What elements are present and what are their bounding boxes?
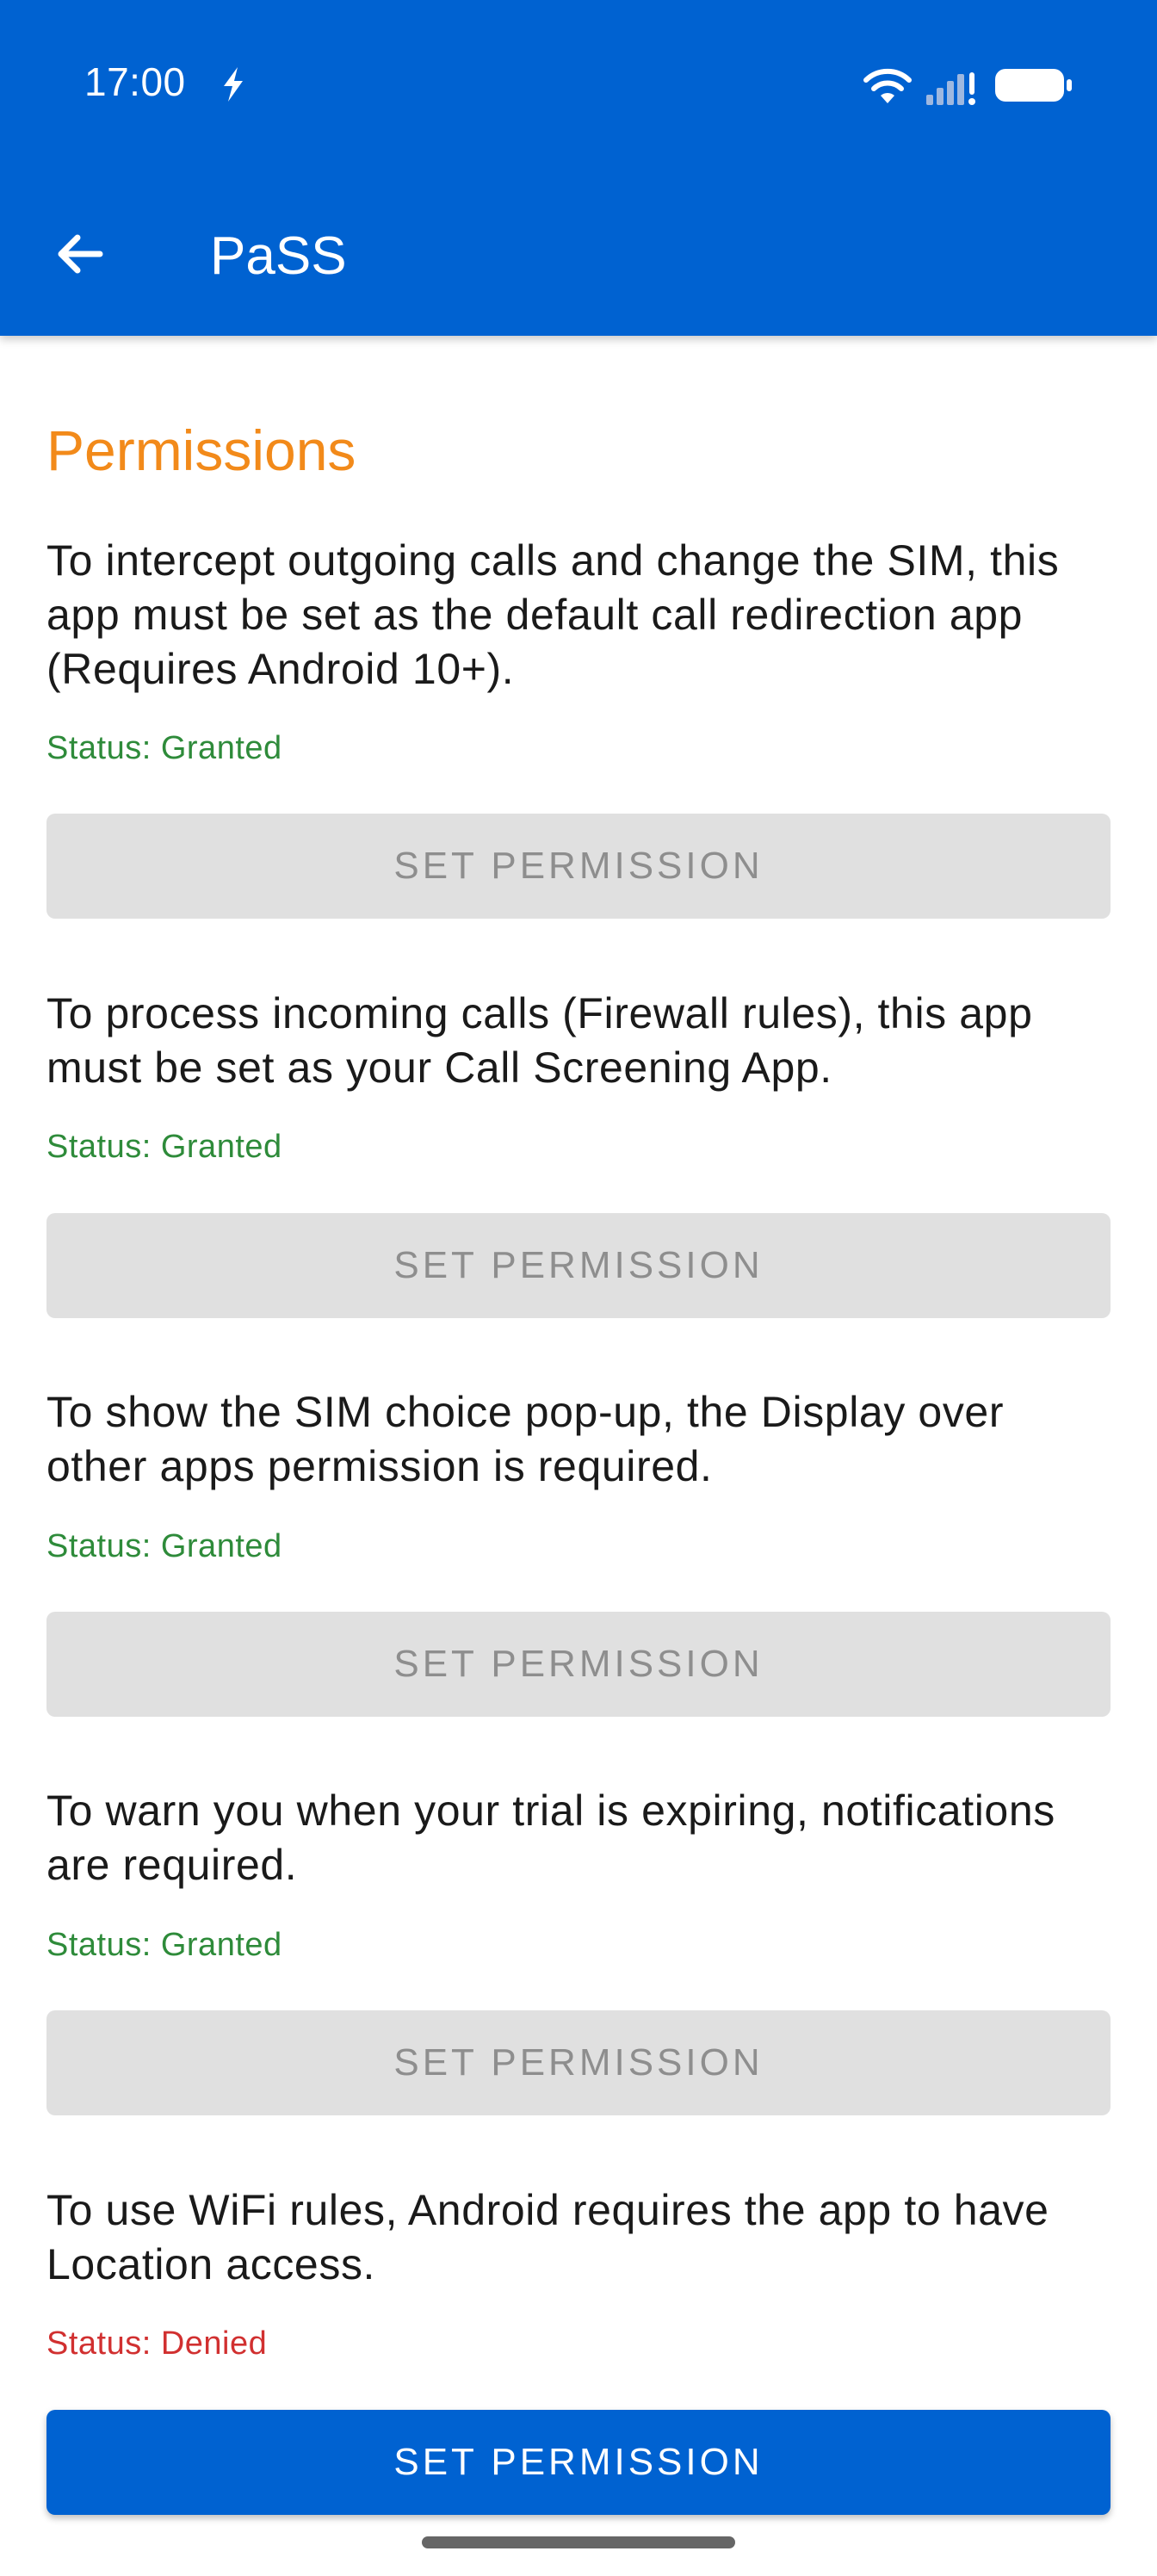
arrow-back-icon[interactable] [52,226,108,282]
permission-description-notifications: To warn you when your trial is expiring,… [46,1786,1055,1889]
set-permission-button-display-over-apps[interactable]: SET PERMISSION [46,1612,1111,1717]
app-title: PaSS [210,226,347,286]
set-permission-button-location[interactable]: SET PERMISSION [46,2410,1111,2515]
battery-icon [995,69,1072,102]
permission-description-display-over-apps: To show the SIM choice pop-up, the Displ… [46,1388,1005,1490]
permission-status-notifications: Status: Granted [46,1927,282,1963]
status-time: 17:00 [84,59,186,104]
signal-icon [926,72,975,105]
permission-status-call-redirection: Status: Granted [46,730,282,766]
set-permission-button-call-screening[interactable]: SET PERMISSION [46,1213,1111,1318]
set-permission-button-call-redirection[interactable]: SET PERMISSION [46,814,1111,919]
permission-status-call-screening: Status: Granted [46,1129,282,1165]
permission-description-call-screening: To process incoming calls (Firewall rule… [46,989,1033,1092]
wifi-icon [863,68,912,103]
permission-status-display-over-apps: Status: Granted [46,1528,282,1564]
set-permission-button-notifications[interactable]: SET PERMISSION [46,2010,1111,2115]
charging-bolt-icon [224,67,243,102]
permission-description-location: To use WiFi rules, Android requires the … [46,2186,1049,2288]
permission-status-location: Status: Denied [46,2325,268,2362]
section-heading: Permissions [46,418,356,482]
app-bar: 17:00 PaSS [0,0,1157,336]
home-indicator[interactable] [422,2536,735,2548]
permission-description-call-redirection: To intercept outgoing calls and change t… [46,536,1060,693]
